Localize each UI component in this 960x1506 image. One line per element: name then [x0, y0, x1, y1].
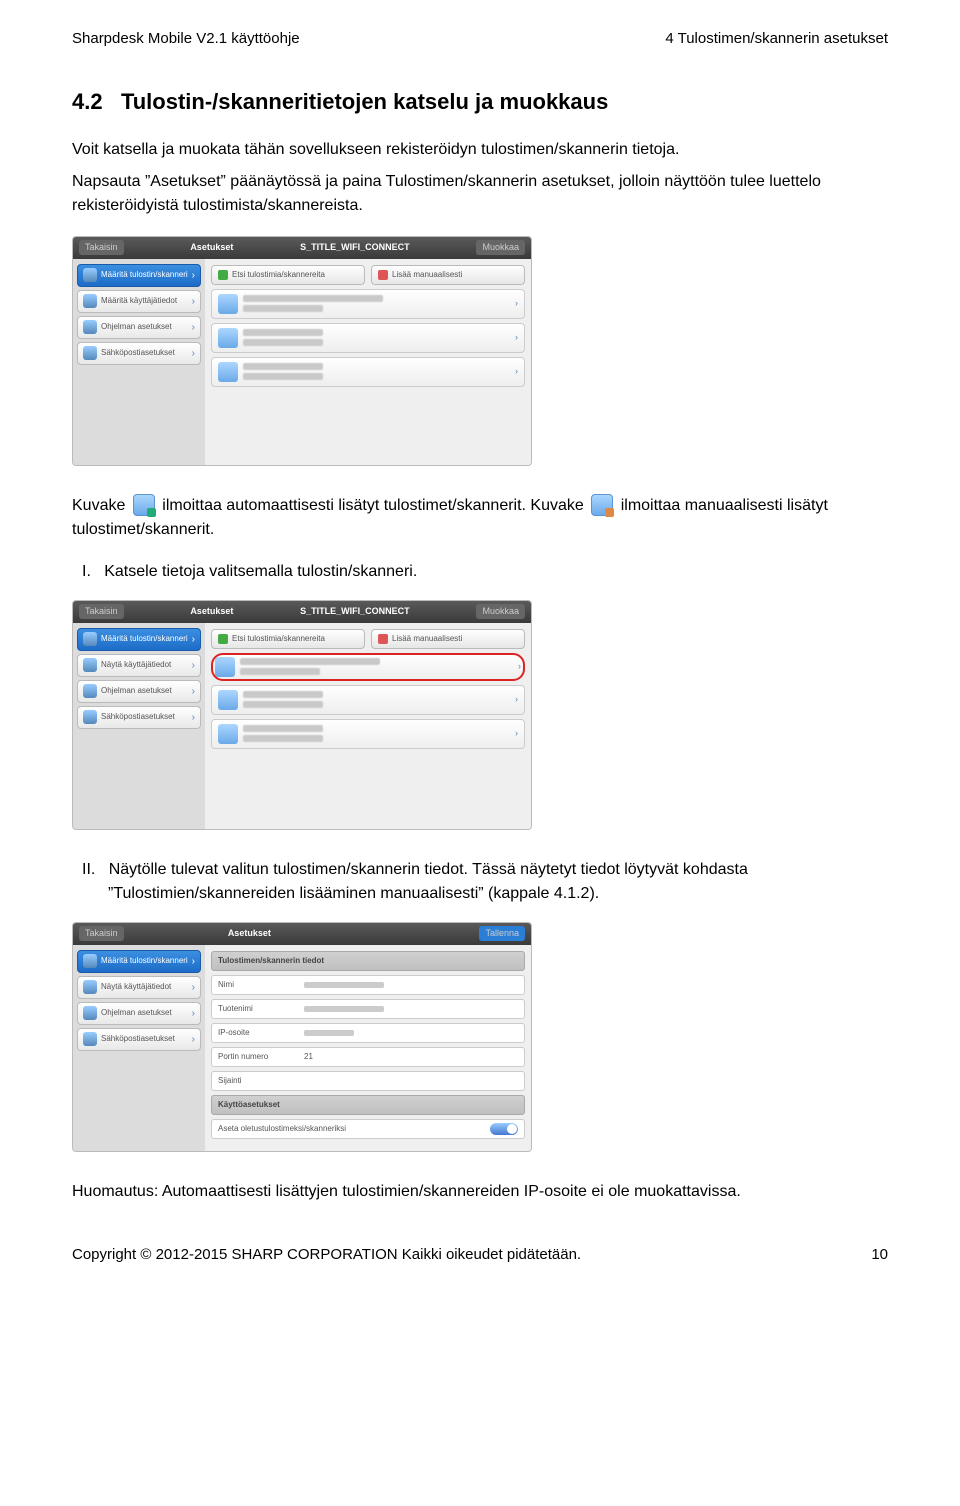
printer-auto-icon	[218, 328, 238, 348]
field-product[interactable]: Tuotenimi	[211, 999, 525, 1019]
intro-para-1: Voit katsella ja muokata tähän sovelluks…	[72, 138, 888, 162]
printer-list-item-highlighted[interactable]: ›	[211, 653, 525, 681]
printer-icon	[83, 268, 97, 282]
titlebar-center: S_TITLE_WIFI_CONNECT	[300, 605, 410, 619]
doc-title-right: 4 Tulostimen/skannerin asetukset	[665, 28, 888, 51]
default-toggle-row[interactable]: Aseta oletustulostimeksi/skanneriksi	[211, 1119, 525, 1139]
plus-icon	[378, 270, 388, 280]
printer-list-item[interactable]: ›	[211, 357, 525, 387]
gear-icon	[83, 320, 97, 334]
port-value: 21	[304, 1051, 313, 1063]
back-button[interactable]: Takaisin	[79, 604, 124, 620]
intro-para-2: Napsauta ”Asetukset” päänäytössä ja pain…	[72, 170, 888, 218]
usage-header: Käyttöasetukset	[211, 1095, 525, 1115]
printer-auto-icon	[218, 294, 238, 314]
field-port[interactable]: Portin numero21	[211, 1047, 525, 1067]
field-location[interactable]: Sijainti	[211, 1071, 525, 1091]
sidebar-item-user[interactable]: Näytä käyttäjätiedot›	[77, 654, 201, 677]
page-number: 10	[871, 1244, 888, 1267]
printer-list-item[interactable]: ›	[211, 719, 525, 749]
add-manually-button[interactable]: Lisää manuaalisesti	[371, 265, 525, 285]
chevron-right-icon: ›	[515, 331, 518, 345]
sidebar-item-user[interactable]: Määritä käyttäjätiedot›	[77, 290, 201, 313]
auto-added-icon	[133, 494, 155, 516]
edit-button[interactable]: Muokkaa	[476, 240, 525, 256]
sidebar-item-email[interactable]: Sähköpostiasetukset›	[77, 706, 201, 729]
sidebar-item-email[interactable]: Sähköpostiasetukset›	[77, 1028, 201, 1051]
sidebar-item-app[interactable]: Ohjelman asetukset›	[77, 680, 201, 703]
search-printers-button[interactable]: Etsi tulostimia/skannereita	[211, 265, 365, 285]
chevron-right-icon: ›	[515, 297, 518, 311]
printer-list-item[interactable]: ›	[211, 685, 525, 715]
step-II: II. Näytölle tulevat valitun tulostimen/…	[72, 858, 888, 906]
chevron-right-icon: ›	[192, 294, 195, 309]
chevron-right-icon: ›	[192, 346, 195, 361]
sidebar-item-user[interactable]: Näytä käyttäjätiedot›	[77, 976, 201, 999]
sidebar-item-app[interactable]: Ohjelman asetukset›	[77, 316, 201, 339]
titlebar-left: Asetukset	[228, 927, 271, 941]
chevron-right-icon: ›	[192, 320, 195, 335]
printer-list-item[interactable]: ›	[211, 323, 525, 353]
toggle-switch[interactable]	[490, 1123, 518, 1135]
back-button[interactable]: Takaisin	[79, 926, 124, 942]
chevron-right-icon: ›	[192, 268, 195, 283]
save-button[interactable]: Tallenna	[479, 926, 525, 942]
chevron-right-icon: ›	[515, 365, 518, 379]
section-title-text: Tulostin-/skanneritietojen katselu ja mu…	[121, 89, 608, 114]
user-icon	[83, 294, 97, 308]
add-manually-button[interactable]: Lisää manuaalisesti	[371, 629, 525, 649]
note-text: Huomautus: Automaattisesti lisättyjen tu…	[72, 1180, 888, 1204]
icon-explanation: Kuvake ilmoittaa automaattisesti lisätyt…	[72, 494, 888, 542]
copyright: Copyright © 2012-2015 SHARP CORPORATION …	[72, 1244, 581, 1267]
search-icon	[218, 270, 228, 280]
titlebar-center: S_TITLE_WIFI_CONNECT	[300, 241, 410, 255]
section-number: 4.2	[72, 89, 103, 114]
roman-II: II.	[82, 861, 95, 878]
roman-I: I.	[82, 563, 91, 580]
sidebar-item-email[interactable]: Sähköpostiasetukset›	[77, 342, 201, 365]
screenshot-select-printer: Takaisin Asetukset S_TITLE_WIFI_CONNECT …	[72, 600, 532, 830]
sidebar-item-app[interactable]: Ohjelman asetukset›	[77, 1002, 201, 1025]
back-button[interactable]: Takaisin	[79, 240, 124, 256]
doc-title-left: Sharpdesk Mobile V2.1 käyttöohje	[72, 28, 300, 51]
field-name[interactable]: Nimi	[211, 975, 525, 995]
details-header: Tulostimen/skannerin tiedot	[211, 951, 525, 971]
edit-button[interactable]: Muokkaa	[476, 604, 525, 620]
step-I: I. Katsele tietoja valitsemalla tulostin…	[72, 560, 888, 584]
printer-list-item[interactable]: ›	[211, 289, 525, 319]
sidebar-item-printer-scanner[interactable]: Määritä tulostin/skanneri›	[77, 264, 201, 287]
sidebar-item-printer-scanner[interactable]: Määritä tulostin/skanneri›	[77, 628, 201, 651]
manual-added-icon	[591, 494, 613, 516]
section-heading: 4.2 Tulostin-/skanneritietojen katselu j…	[72, 85, 888, 118]
sidebar-item-printer-scanner[interactable]: Määritä tulostin/skanneri›	[77, 950, 201, 973]
search-printers-button[interactable]: Etsi tulostimia/skannereita	[211, 629, 365, 649]
titlebar-left: Asetukset	[190, 605, 233, 619]
printer-auto-icon	[218, 362, 238, 382]
screenshot-printer-details: Takaisin Asetukset Tallenna Määritä tulo…	[72, 922, 532, 1152]
mail-icon	[83, 346, 97, 360]
screenshot-settings-list: Takaisin Asetukset S_TITLE_WIFI_CONNECT …	[72, 236, 532, 466]
titlebar-left: Asetukset	[190, 241, 233, 255]
field-ip[interactable]: IP-osoite	[211, 1023, 525, 1043]
